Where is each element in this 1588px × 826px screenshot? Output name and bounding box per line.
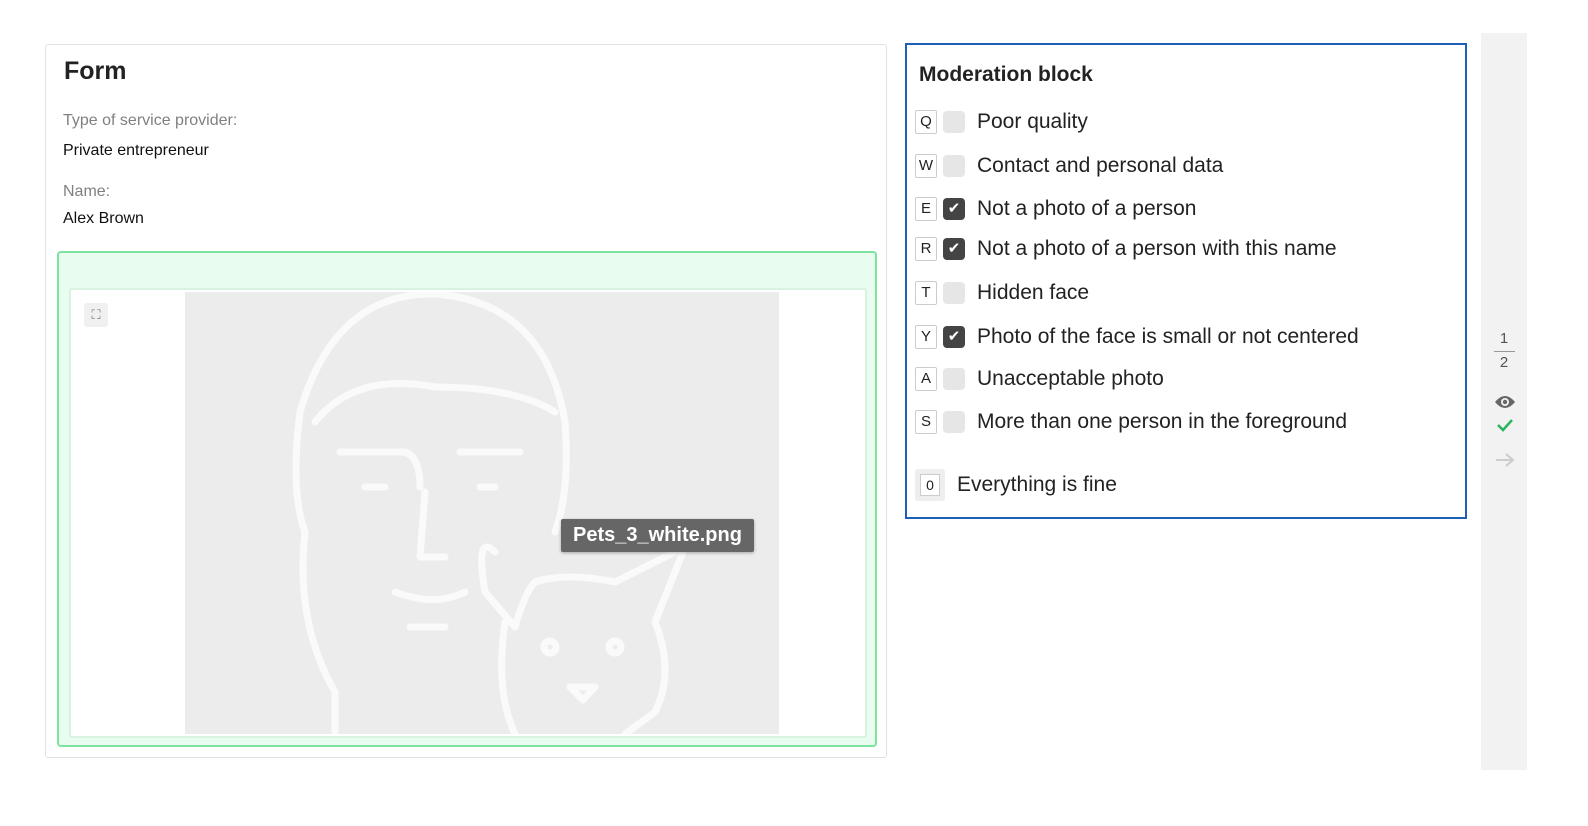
shortcut-key: Y <box>915 325 937 349</box>
shortcut-key: E <box>915 197 937 221</box>
checkbox[interactable] <box>943 368 965 390</box>
moderation-option[interactable]: W Contact and personal data <box>915 153 1223 179</box>
shortcut-key: A <box>915 367 937 391</box>
checkbox[interactable]: ✔ <box>943 198 965 220</box>
name-label: Name: <box>63 183 111 200</box>
option-label: Poor quality <box>977 110 1088 133</box>
sidebar: 1 2 <box>1481 33 1527 770</box>
everything-fine-button[interactable]: 0 Everything is fine <box>915 469 1117 501</box>
option-label: More than one person in the foreground <box>977 410 1348 433</box>
moderation-option[interactable]: S More than one person in the foreground <box>915 409 1347 435</box>
eye-icon[interactable] <box>1494 394 1516 410</box>
filename-tooltip: Pets_3_white.png <box>561 519 754 552</box>
option-label: Hidden face <box>977 281 1090 304</box>
shortcut-key: 0 <box>915 469 945 501</box>
option-label: Not a photo of a person <box>977 197 1197 220</box>
expand-icon[interactable]: ⛶ <box>84 303 108 327</box>
moderation-block: Moderation block Q Poor quality W Contact… <box>905 43 1467 519</box>
moderation-title: Moderation block <box>919 63 1093 86</box>
option-label: Not a photo of a person with this name <box>977 237 1337 260</box>
shortcut-key: Q <box>915 110 937 134</box>
provider-type-value: Private entrepreneur <box>63 142 209 159</box>
shortcut-key: W <box>915 154 937 178</box>
key-label: 0 <box>920 474 940 496</box>
moderation-option[interactable]: E ✔ Not a photo of a person <box>915 196 1197 222</box>
shortcut-key: S <box>915 410 937 434</box>
checkbox[interactable] <box>943 411 965 433</box>
moderation-option[interactable]: Q Poor quality <box>915 109 1088 135</box>
moderation-option[interactable]: T Hidden face <box>915 280 1089 306</box>
arrow-right-icon[interactable] <box>1494 452 1516 468</box>
fraction-divider <box>1494 351 1515 352</box>
moderation-option[interactable]: A Unacceptable photo <box>915 366 1164 392</box>
checkbox[interactable] <box>943 155 965 177</box>
photo-illustration <box>292 290 689 736</box>
checkbox[interactable] <box>943 282 965 304</box>
form-title: Form <box>64 57 127 85</box>
check-icon[interactable] <box>1496 417 1514 433</box>
image-container: ⛶ Pets_3_white.png <box>57 251 877 747</box>
option-label: Unacceptable photo <box>977 367 1164 390</box>
page-total: 2 <box>1499 354 1509 371</box>
name-value: Alex Brown <box>63 210 144 227</box>
everything-fine-label: Everything is fine <box>957 473 1117 496</box>
checkbox[interactable] <box>943 111 965 133</box>
shortcut-key: T <box>915 281 937 305</box>
provider-type-label: Type of service provider: <box>63 112 238 129</box>
option-label: Contact and personal data <box>977 154 1224 177</box>
photo[interactable] <box>185 290 779 736</box>
shortcut-key: R <box>915 237 937 261</box>
option-label: Photo of the face is small or not center… <box>977 325 1359 348</box>
image-viewer: ⛶ Pets_3_white.png <box>69 288 867 738</box>
checkbox[interactable]: ✔ <box>943 238 965 260</box>
checkbox[interactable]: ✔ <box>943 326 965 348</box>
moderation-option[interactable]: R ✔ Not a photo of a person with this na… <box>915 236 1337 262</box>
form-card: Form Type of service provider: Private e… <box>45 44 887 758</box>
page-current: 1 <box>1499 330 1509 347</box>
moderation-option[interactable]: Y ✔ Photo of the face is small or not ce… <box>915 324 1359 350</box>
